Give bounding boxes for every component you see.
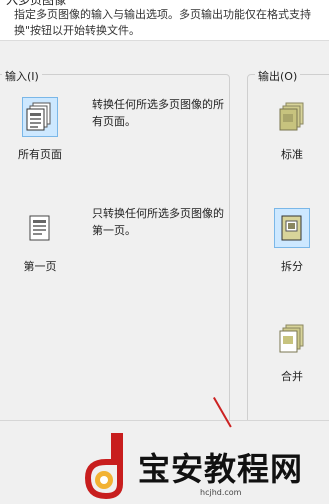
watermark-name: 宝安教程网 [138,450,304,488]
watermark: 宝安教程网 hcjhd.com [80,430,329,504]
standard-output-option[interactable] [274,97,310,137]
output-group-label: 输出(O) [255,68,301,84]
watermark-url: hcjhd.com [200,488,242,497]
all-pages-option[interactable] [22,97,58,137]
all-pages-icon [26,102,51,131]
input-group-label: 输入(I) [2,68,42,84]
split-output-option[interactable] [274,208,310,248]
all-pages-description: 转换任何所选多页图像的所有页面。 [92,98,224,128]
all-pages-label: 所有页面 [18,148,62,161]
dialog-header: 入多页图像 指定多页图像的输入与输出选项。多页输出功能仅在格式支持 换"按钮以开… [0,0,329,40]
first-page-description: 只转换任何所选多页图像的第一页。 [92,207,224,237]
merge-output-icon [279,324,304,353]
split-output-label: 拆分 [281,260,303,273]
standard-output-icon [279,102,304,131]
merge-output-label: 合并 [281,370,303,383]
merge-output-option[interactable] [274,319,310,359]
dialog-description: 指定多页图像的输入与输出选项。多页输出功能仅在格式支持 换"按钮以开始转换文件。 [14,8,311,37]
standard-output-label: 标准 [281,148,303,161]
watermark-logo-icon [84,433,123,500]
split-output-icon [281,215,302,241]
first-page-label: 第一页 [23,260,57,273]
first-page-icon [29,215,50,241]
first-page-option[interactable] [22,208,58,248]
